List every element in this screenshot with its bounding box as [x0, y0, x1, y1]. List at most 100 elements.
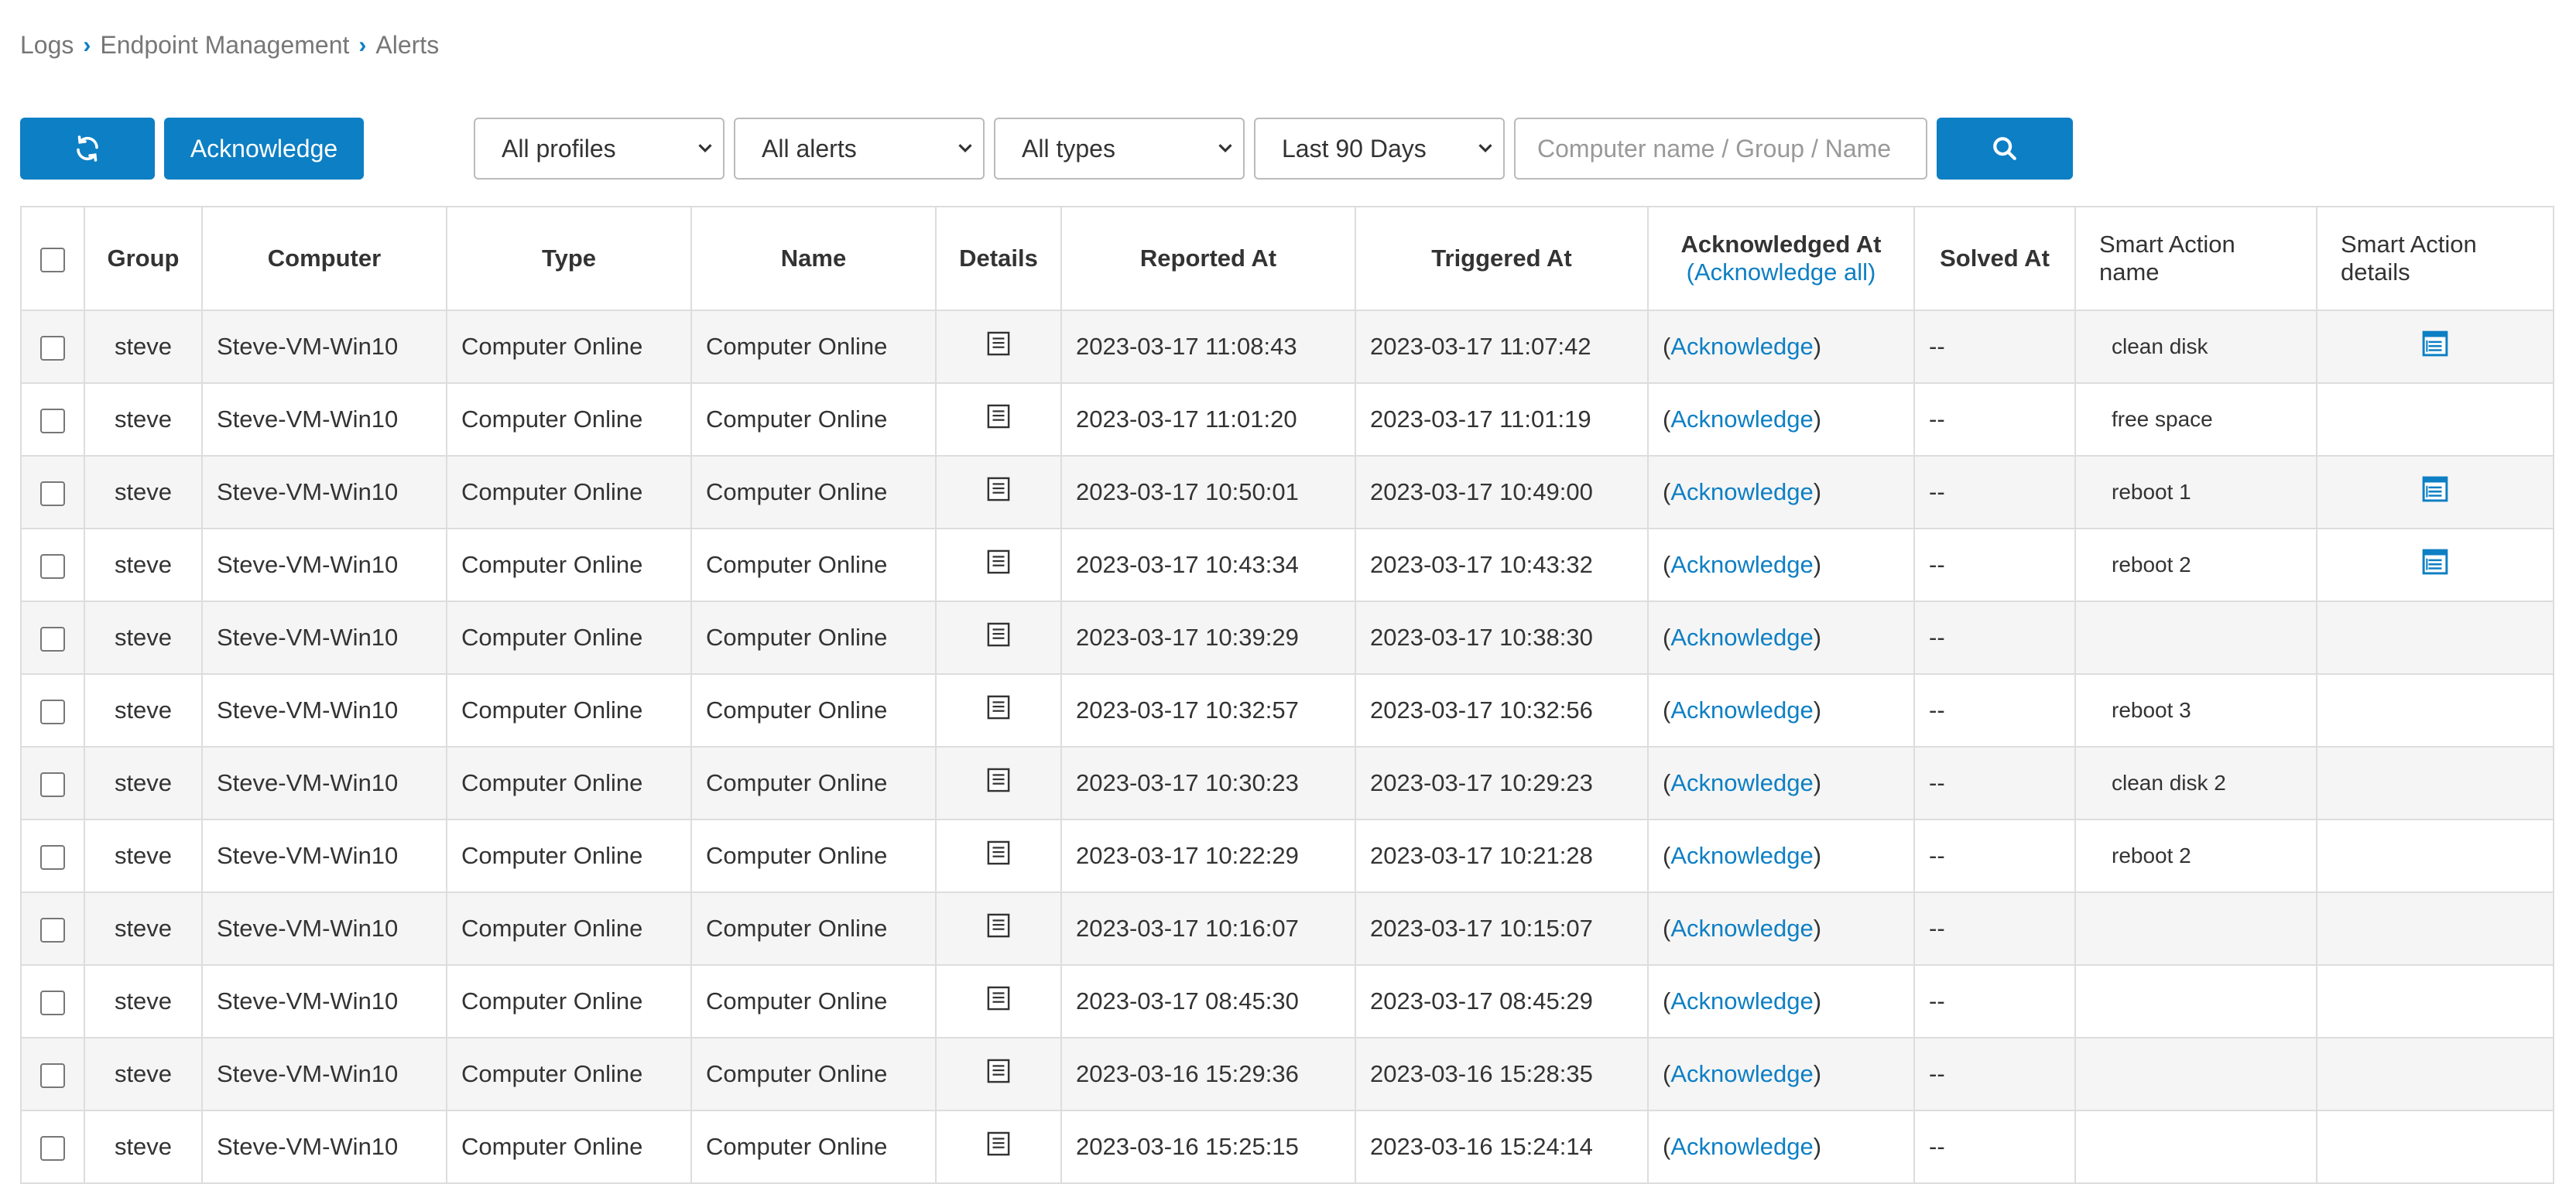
breadcrumb: Logs › Endpoint Management › Alerts	[20, 31, 439, 60]
header-name[interactable]: Name	[690, 206, 937, 311]
details-icon[interactable]	[987, 331, 1010, 362]
cell-smart-action-details	[2316, 310, 2554, 384]
row-checkbox[interactable]	[40, 553, 65, 579]
refresh-button[interactable]	[20, 118, 155, 180]
profiles-select[interactable]: All profiles	[474, 118, 724, 180]
acknowledge-link[interactable]: Acknowledge	[1670, 915, 1813, 942]
header-computer[interactable]: Computer	[201, 206, 447, 311]
cell-name: Computer Online	[690, 1110, 937, 1184]
cell-acknowledged-at: (Acknowledge)	[1647, 1110, 1915, 1184]
details-icon[interactable]	[987, 986, 1010, 1017]
smart-action-details-icon[interactable]	[2422, 549, 2448, 581]
cell-smart-action-name: clean disk 2	[2074, 746, 2317, 820]
smart-action-details-icon[interactable]	[2422, 330, 2448, 363]
row-checkbox[interactable]	[40, 1135, 65, 1161]
select-all-checkbox[interactable]	[40, 247, 65, 272]
table-row: steve Steve-VM-Win10 Computer Online Comput…	[20, 964, 2554, 1039]
acknowledge-link[interactable]: Acknowledge	[1670, 842, 1813, 869]
cell-group: steve	[84, 1037, 203, 1111]
alerts-select[interactable]: All alerts	[734, 118, 985, 180]
details-icon[interactable]	[987, 1059, 1010, 1090]
acknowledge-all-link[interactable]: (Acknowledge all)	[1649, 258, 1913, 286]
header-type[interactable]: Type	[446, 206, 692, 311]
header-smart-action-name: Smart Action name	[2074, 206, 2317, 311]
cell-acknowledged-at: (Acknowledge)	[1647, 819, 1915, 893]
cell-type: Computer Online	[446, 819, 692, 893]
acknowledge-link[interactable]: Acknowledge	[1670, 406, 1813, 433]
cell-smart-action-details	[2316, 601, 2554, 675]
row-select-cell	[20, 310, 85, 384]
cell-smart-action-name: reboot 1	[2074, 455, 2317, 529]
details-icon[interactable]	[987, 404, 1010, 435]
acknowledge-link[interactable]: Acknowledge	[1670, 987, 1813, 1015]
cell-solved-at: --	[1913, 382, 2076, 457]
row-checkbox[interactable]	[40, 844, 65, 870]
row-checkbox[interactable]	[40, 335, 65, 361]
search-button[interactable]	[1937, 118, 2073, 180]
details-icon[interactable]	[987, 549, 1010, 580]
row-checkbox[interactable]	[40, 990, 65, 1015]
acknowledge-link[interactable]: Acknowledge	[1670, 478, 1813, 505]
period-select[interactable]: Last 90 Days	[1254, 118, 1505, 180]
header-group[interactable]: Group	[84, 206, 203, 311]
acknowledge-link[interactable]: Acknowledge	[1670, 333, 1813, 360]
cell-smart-action-details	[2316, 528, 2554, 602]
details-icon[interactable]	[987, 840, 1010, 871]
details-icon[interactable]	[987, 1131, 1010, 1162]
cell-solved-at: --	[1913, 1037, 2076, 1111]
breadcrumb-logs[interactable]: Logs	[20, 31, 74, 60]
row-checkbox[interactable]	[40, 408, 65, 433]
cell-solved-at: --	[1913, 1110, 2076, 1184]
row-checkbox[interactable]	[40, 772, 65, 797]
row-checkbox[interactable]	[40, 481, 65, 506]
header-details: Details	[935, 206, 1062, 311]
cell-acknowledged-at: (Acknowledge)	[1647, 382, 1915, 457]
cell-triggered-at: 2023-03-17 08:45:29	[1355, 964, 1649, 1039]
details-icon[interactable]	[987, 622, 1010, 653]
cell-name: Computer Online	[690, 746, 937, 820]
cell-group: steve	[84, 891, 203, 966]
cell-smart-action-name: reboot 3	[2074, 673, 2317, 748]
types-select[interactable]: All types	[994, 118, 1245, 180]
details-icon[interactable]	[987, 477, 1010, 508]
cell-details	[935, 746, 1062, 820]
header-reported-at[interactable]: Reported At	[1060, 206, 1356, 311]
cell-group: steve	[84, 1110, 203, 1184]
details-icon[interactable]	[987, 695, 1010, 726]
cell-acknowledged-at: (Acknowledge)	[1647, 673, 1915, 748]
header-smart-action-name-line1: Smart Action	[2099, 231, 2235, 258]
cell-reported-at: 2023-03-17 10:39:29	[1060, 601, 1356, 675]
acknowledge-link[interactable]: Acknowledge	[1670, 1133, 1813, 1160]
acknowledge-link[interactable]: Acknowledge	[1670, 696, 1813, 724]
period-select-value: Last 90 Days	[1282, 134, 1427, 163]
row-checkbox[interactable]	[40, 699, 65, 724]
row-checkbox[interactable]	[40, 626, 65, 652]
cell-smart-action-name	[2074, 891, 2317, 966]
acknowledge-button[interactable]: Acknowledge	[164, 118, 364, 180]
search-input[interactable]: Computer name / Group / Name	[1514, 118, 1927, 180]
acknowledge-link[interactable]: Acknowledge	[1670, 551, 1813, 578]
cell-reported-at: 2023-03-17 10:50:01	[1060, 455, 1356, 529]
cell-computer: Steve-VM-Win10	[201, 673, 447, 748]
breadcrumb-endpoint-management[interactable]: Endpoint Management	[100, 31, 349, 60]
cell-reported-at: 2023-03-17 11:01:20	[1060, 382, 1356, 457]
details-icon[interactable]	[987, 768, 1010, 799]
chevron-down-icon	[698, 144, 712, 152]
header-acknowledged-at-label[interactable]: Acknowledged At	[1649, 231, 1913, 258]
table-row: steve Steve-VM-Win10 Computer Online Comput…	[20, 528, 2554, 602]
chevron-right-icon: ›	[83, 32, 91, 58]
chevron-right-icon: ›	[358, 32, 367, 58]
row-checkbox[interactable]	[40, 1063, 65, 1088]
details-icon[interactable]	[987, 913, 1010, 944]
acknowledge-link[interactable]: Acknowledge	[1670, 1060, 1813, 1087]
cell-computer: Steve-VM-Win10	[201, 382, 447, 457]
row-checkbox[interactable]	[40, 917, 65, 943]
acknowledge-link[interactable]: Acknowledge	[1670, 624, 1813, 651]
header-triggered-at[interactable]: Triggered At	[1355, 206, 1649, 311]
cell-solved-at: --	[1913, 601, 2076, 675]
cell-details	[935, 891, 1062, 966]
cell-details	[935, 673, 1062, 748]
acknowledge-link[interactable]: Acknowledge	[1670, 769, 1813, 796]
header-solved-at[interactable]: Solved At	[1913, 206, 2076, 311]
smart-action-details-icon[interactable]	[2422, 476, 2448, 508]
